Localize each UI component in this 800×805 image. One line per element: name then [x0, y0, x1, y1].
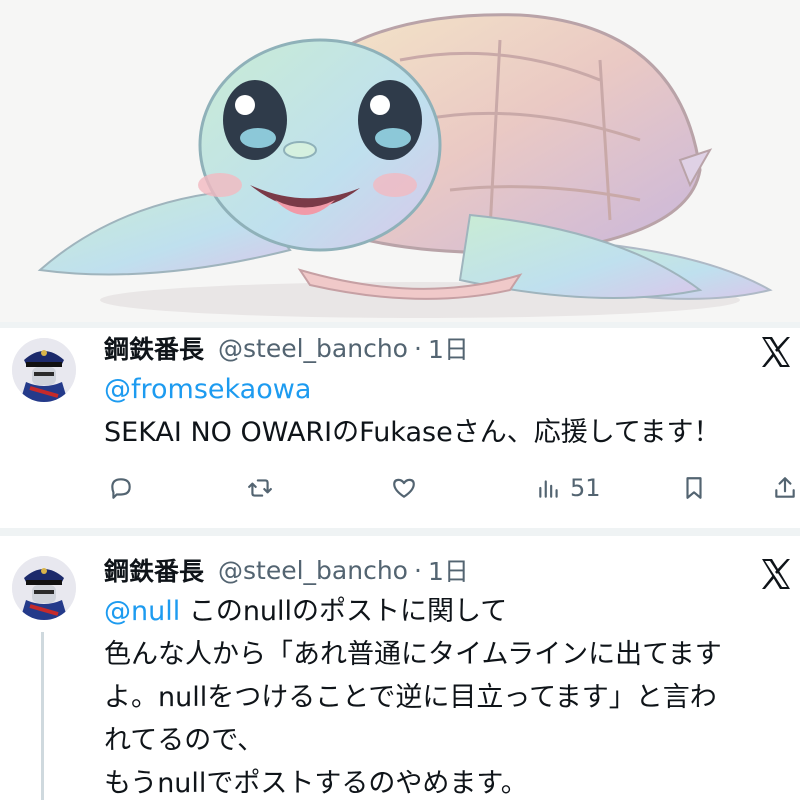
author-handle[interactable]: @steel_bancho — [218, 556, 408, 585]
reply-button[interactable] — [108, 468, 134, 508]
author-name[interactable]: 鋼鉄番長 — [104, 330, 204, 366]
author-name[interactable]: 鋼鉄番長 — [104, 552, 204, 588]
tweet[interactable]: 鋼鉄番長 @steel_bancho · 1日 @null このnullのポスト… — [0, 536, 800, 800]
timestamp[interactable]: 1日 — [428, 552, 469, 588]
tweet-actions: 51 — [104, 468, 800, 508]
tweet-text-line: もうnullでポストするのやめます。 — [104, 768, 528, 799]
x-logo-icon[interactable] — [756, 332, 796, 372]
timestamp[interactable]: 1日 — [428, 330, 469, 366]
tweet-text-line: このnullのポストに関して — [180, 596, 508, 627]
heart-icon — [393, 478, 415, 498]
tweet[interactable]: 鋼鉄番長 @steel_bancho · 1日 @fromsekaowa SEK… — [0, 328, 800, 528]
tweet-text-line: れてるので、 — [104, 725, 265, 756]
reply-icon — [111, 478, 131, 499]
x-logo-icon[interactable] — [756, 554, 796, 594]
tweet-text: @fromsekaowa SEKAI NO OWARIのFukaseさん、応援し… — [104, 368, 792, 454]
retweet-button[interactable] — [247, 468, 273, 508]
tweet-media-image[interactable] — [0, 0, 800, 322]
mention-link[interactable]: @null — [104, 596, 180, 627]
share-button[interactable] — [772, 468, 798, 508]
views-button[interactable]: 51 — [536, 468, 601, 508]
thread-line — [41, 632, 44, 800]
separator-dot: · — [413, 555, 422, 585]
separator-dot: · — [413, 333, 422, 363]
avatar[interactable] — [12, 338, 76, 402]
tweet-text: @null このnullのポストに関して 色んな人から「あれ普通にタイムラインに… — [104, 590, 792, 805]
tweet-header: 鋼鉄番長 @steel_bancho · 1日 — [104, 550, 469, 590]
tweet-text-line: 色んな人から「あれ普通にタイムラインに出てます — [104, 639, 722, 670]
tweet-header: 鋼鉄番長 @steel_bancho · 1日 — [104, 328, 469, 368]
avatar[interactable] — [12, 556, 76, 620]
turtle-illustration — [37, 13, 773, 318]
tweet-text-line: よ。nullをつけることで逆に目立ってます」と言わ — [104, 682, 717, 713]
tweet-text-line: SEKAI NO OWARIのFukaseさん、応援してます！ — [104, 417, 721, 448]
mention-link[interactable]: @fromsekaowa — [104, 374, 311, 405]
author-handle[interactable]: @steel_bancho — [218, 334, 408, 363]
views-count: 51 — [570, 474, 601, 502]
like-button[interactable] — [391, 468, 417, 508]
bookmark-icon — [686, 477, 702, 499]
retweet-icon — [248, 479, 272, 497]
divider — [0, 528, 800, 536]
views-icon — [539, 480, 558, 498]
bookmark-button[interactable] — [681, 468, 707, 508]
share-icon — [775, 477, 795, 498]
